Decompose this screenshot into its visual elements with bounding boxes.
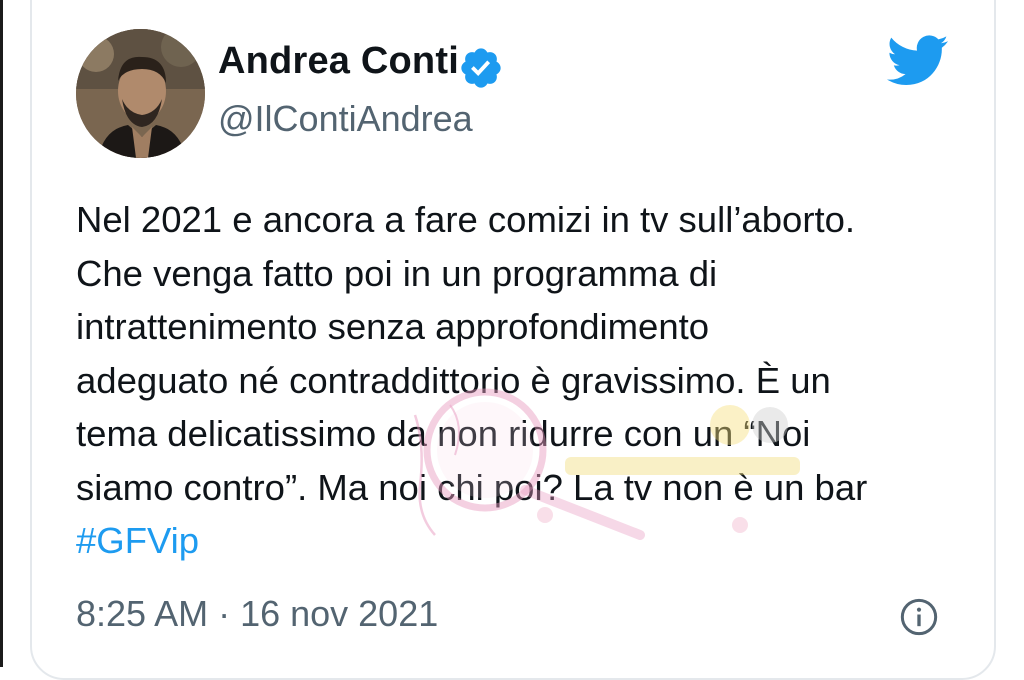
avatar[interactable] (76, 29, 205, 158)
tweet-timestamp[interactable]: 8:25 AM · 16 nov 2021 (76, 593, 438, 635)
avatar-photo (76, 29, 205, 158)
display-name[interactable]: Andrea Conti (218, 40, 459, 83)
tweet-text-line: Nel 2021 e ancora a fare comizi in tv su… (76, 199, 856, 240)
tweet-text-line: tema delicatissimo da non ridurre con un… (76, 413, 811, 454)
tweet-text-line: siamo contro”. Ma noi chi poi? La tv non… (76, 466, 868, 508)
tweet-text: Nel 2021 e ancora a fare comizi in tv su… (76, 193, 956, 568)
tweet-text-line: adeguato né contraddittorio è gravissimo… (76, 359, 831, 401)
tweet-text-line: intrattenimento senza approfondimento (76, 306, 710, 347)
tweet-text-line: Che venga fatto poi in un programma di (76, 252, 718, 294)
verified-badge-icon (461, 48, 501, 88)
user-handle[interactable]: @IlContiAndrea (218, 98, 473, 140)
info-icon[interactable] (899, 597, 939, 637)
twitter-bird-icon[interactable] (887, 35, 949, 87)
hashtag-link[interactable]: #GFVip (76, 514, 199, 568)
screen-edge (0, 0, 3, 667)
